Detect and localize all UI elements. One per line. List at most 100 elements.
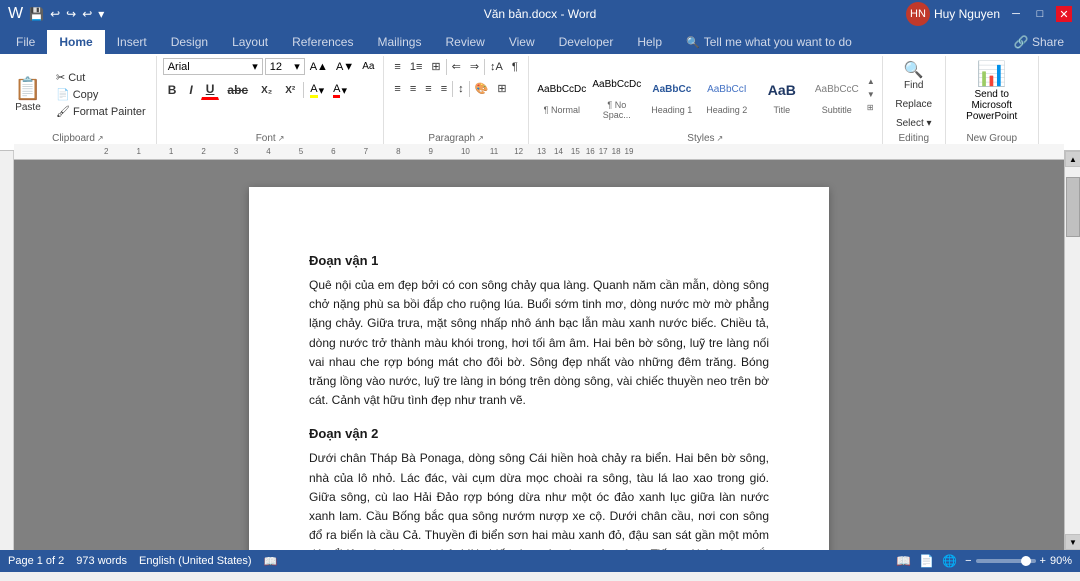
clipboard-expand-icon[interactable]: ↗: [97, 134, 104, 143]
strikethrough-button[interactable]: abc: [222, 81, 253, 99]
font-color-icon: A: [333, 83, 340, 98]
increase-indent-button[interactable]: ⇒: [466, 58, 483, 75]
paste-button[interactable]: 📋 Paste: [6, 74, 50, 115]
read-mode-button[interactable]: 📖: [896, 554, 911, 568]
style-heading2-preview: AaBbCcI: [703, 75, 751, 105]
style-no-spacing[interactable]: AaBbCcDc ¶ No Spac...: [590, 67, 644, 123]
font-top-row: Arial ▾ 12 ▾ A▲ A▼ Aa: [163, 58, 378, 75]
font-grow-button[interactable]: A▲: [307, 60, 331, 74]
close-button[interactable]: ✕: [1056, 6, 1072, 22]
send-to-ppt-button[interactable]: 📊 Send to MicrosoftPowerPoint: [952, 58, 1032, 124]
section-content-1[interactable]: Quê nội của em đẹp bởi có con sông chảy …: [309, 276, 769, 410]
style-heading2[interactable]: AaBbCcI Heading 2: [700, 72, 754, 118]
style-heading1-label: Heading 1: [651, 105, 692, 115]
tab-view[interactable]: View: [497, 30, 547, 54]
proofing-icon: 📖: [264, 555, 278, 568]
styles-scroll-down[interactable]: ▼: [866, 89, 876, 100]
justify-button[interactable]: ≡: [437, 81, 451, 97]
tab-design[interactable]: Design: [159, 30, 220, 54]
restore-button[interactable]: □: [1032, 6, 1048, 22]
cut-button[interactable]: ✂ Cut: [52, 70, 150, 85]
align-left-button[interactable]: ≡: [390, 81, 404, 97]
scroll-track[interactable]: [1065, 167, 1080, 534]
ribbon-tabs: File Home Insert Design Layout Reference…: [0, 28, 1080, 54]
sort-button[interactable]: ↕A: [486, 59, 507, 75]
para-sep3: [452, 81, 453, 97]
tab-file[interactable]: File: [4, 30, 47, 54]
tab-home[interactable]: Home: [47, 30, 104, 54]
redo-icon[interactable]: ↪: [66, 7, 76, 21]
line-spacing-button[interactable]: ↕: [454, 81, 468, 97]
document-page[interactable]: Đoạn vận 1 Quê nội của em đẹp bởi có con…: [249, 187, 829, 550]
find-button[interactable]: 🔍 Find: [889, 58, 939, 93]
style-title-preview: AaB: [758, 75, 806, 105]
italic-button[interactable]: I: [184, 81, 197, 99]
replace-button[interactable]: Replace: [889, 97, 939, 112]
bold-button[interactable]: B: [163, 81, 182, 99]
decrease-indent-button[interactable]: ⇐: [448, 58, 465, 75]
tab-mailings[interactable]: Mailings: [365, 30, 433, 54]
paragraph-content: ≡ 1≡ ⊞ ⇐ ⇒ ↕A ¶ ≡ ≡ ≡ ≡ ↕: [390, 58, 521, 131]
tab-references[interactable]: References: [280, 30, 365, 54]
minimize-button[interactable]: ─: [1008, 6, 1024, 22]
numbering-button[interactable]: 1≡: [406, 59, 427, 75]
tab-insert[interactable]: Insert: [105, 30, 159, 54]
text-highlight-button[interactable]: A ▾: [307, 82, 327, 99]
paragraph-expand-icon[interactable]: ↗: [477, 134, 484, 143]
style-title[interactable]: AaB Title: [755, 72, 809, 118]
select-button[interactable]: Select ▾: [889, 116, 939, 131]
tab-developer[interactable]: Developer: [547, 30, 626, 54]
scroll-up-button[interactable]: ▲: [1065, 151, 1080, 167]
zoom-in-button[interactable]: +: [1040, 555, 1046, 567]
font-size-selector[interactable]: 12 ▾: [265, 58, 305, 75]
find-label: Find: [904, 80, 923, 91]
para-sep2: [484, 59, 485, 75]
tab-review[interactable]: Review: [433, 30, 496, 54]
customize-icon[interactable]: ▾: [98, 7, 104, 21]
show-hide-button[interactable]: ¶: [508, 59, 522, 75]
styles-scroll-up[interactable]: ▲: [866, 76, 876, 87]
ruler-content: 2 1 1 2 3 4 5 6 7 8 9 10 11 12 13 14 15 …: [14, 151, 1064, 159]
style-title-label: Title: [773, 105, 790, 115]
font-shrink-button[interactable]: A▼: [333, 60, 357, 74]
share-button[interactable]: 🔗 Share: [1002, 30, 1076, 54]
format-painter-button[interactable]: 🖌 Format Painter: [52, 104, 150, 119]
styles-expand-icon[interactable]: ↗: [717, 134, 724, 143]
tab-help[interactable]: Help: [625, 30, 674, 54]
style-subtitle[interactable]: AaBbCcC Subtitle: [810, 72, 864, 118]
align-right-button[interactable]: ≡: [421, 81, 435, 97]
scroll-down-button[interactable]: ▼: [1065, 534, 1080, 550]
font-color-button[interactable]: A ▾: [330, 82, 350, 99]
tab-layout[interactable]: Layout: [220, 30, 280, 54]
document-container[interactable]: 2 1 1 2 3 4 5 6 7 8 9 10 11 12 13 14 15 …: [14, 151, 1064, 550]
clear-format-button[interactable]: Aa: [359, 60, 377, 73]
underline-button[interactable]: U: [201, 80, 220, 100]
style-heading1[interactable]: AaBbCc Heading 1: [645, 72, 699, 118]
styles-expand[interactable]: ⊞: [866, 102, 876, 113]
web-layout-button[interactable]: 🌐: [942, 554, 957, 568]
undo-icon[interactable]: ↩: [50, 7, 60, 21]
superscript-button[interactable]: X²: [280, 83, 300, 98]
style-normal[interactable]: AaBbCcDc ¶ Normal: [535, 72, 589, 118]
font-expand-icon[interactable]: ↗: [278, 134, 285, 143]
text-highlight-dropdown[interactable]: ▾: [319, 84, 325, 97]
align-center-button[interactable]: ≡: [406, 81, 420, 97]
right-scrollbar: ▲ ▼: [1064, 151, 1080, 550]
font-color-dropdown[interactable]: ▾: [341, 84, 347, 97]
shading-button[interactable]: 🎨: [471, 80, 493, 97]
multilevel-list-button[interactable]: ⊞: [427, 58, 444, 75]
font-name-selector[interactable]: Arial ▾: [163, 58, 263, 75]
tab-search[interactable]: 🔍 Tell me what you want to do: [674, 30, 864, 54]
bullets-button[interactable]: ≡: [390, 59, 404, 75]
print-layout-button[interactable]: 📄: [919, 554, 934, 568]
copy-button[interactable]: 📄 Copy: [52, 87, 150, 102]
undo2-icon[interactable]: ↩: [82, 7, 92, 21]
subscript-button[interactable]: X₂: [256, 83, 277, 98]
scroll-thumb[interactable]: [1066, 177, 1080, 237]
borders-button[interactable]: ⊞: [493, 80, 510, 97]
save-icon[interactable]: 💾: [29, 7, 44, 21]
quick-access-toolbar: W 💾 ↩ ↪ ↩ ▾: [8, 5, 104, 23]
zoom-out-button[interactable]: −: [965, 555, 971, 567]
zoom-slider[interactable]: [976, 559, 1036, 563]
section-content-2[interactable]: Dưới chân Tháp Bà Ponaga, dòng sông Cái …: [309, 449, 769, 550]
